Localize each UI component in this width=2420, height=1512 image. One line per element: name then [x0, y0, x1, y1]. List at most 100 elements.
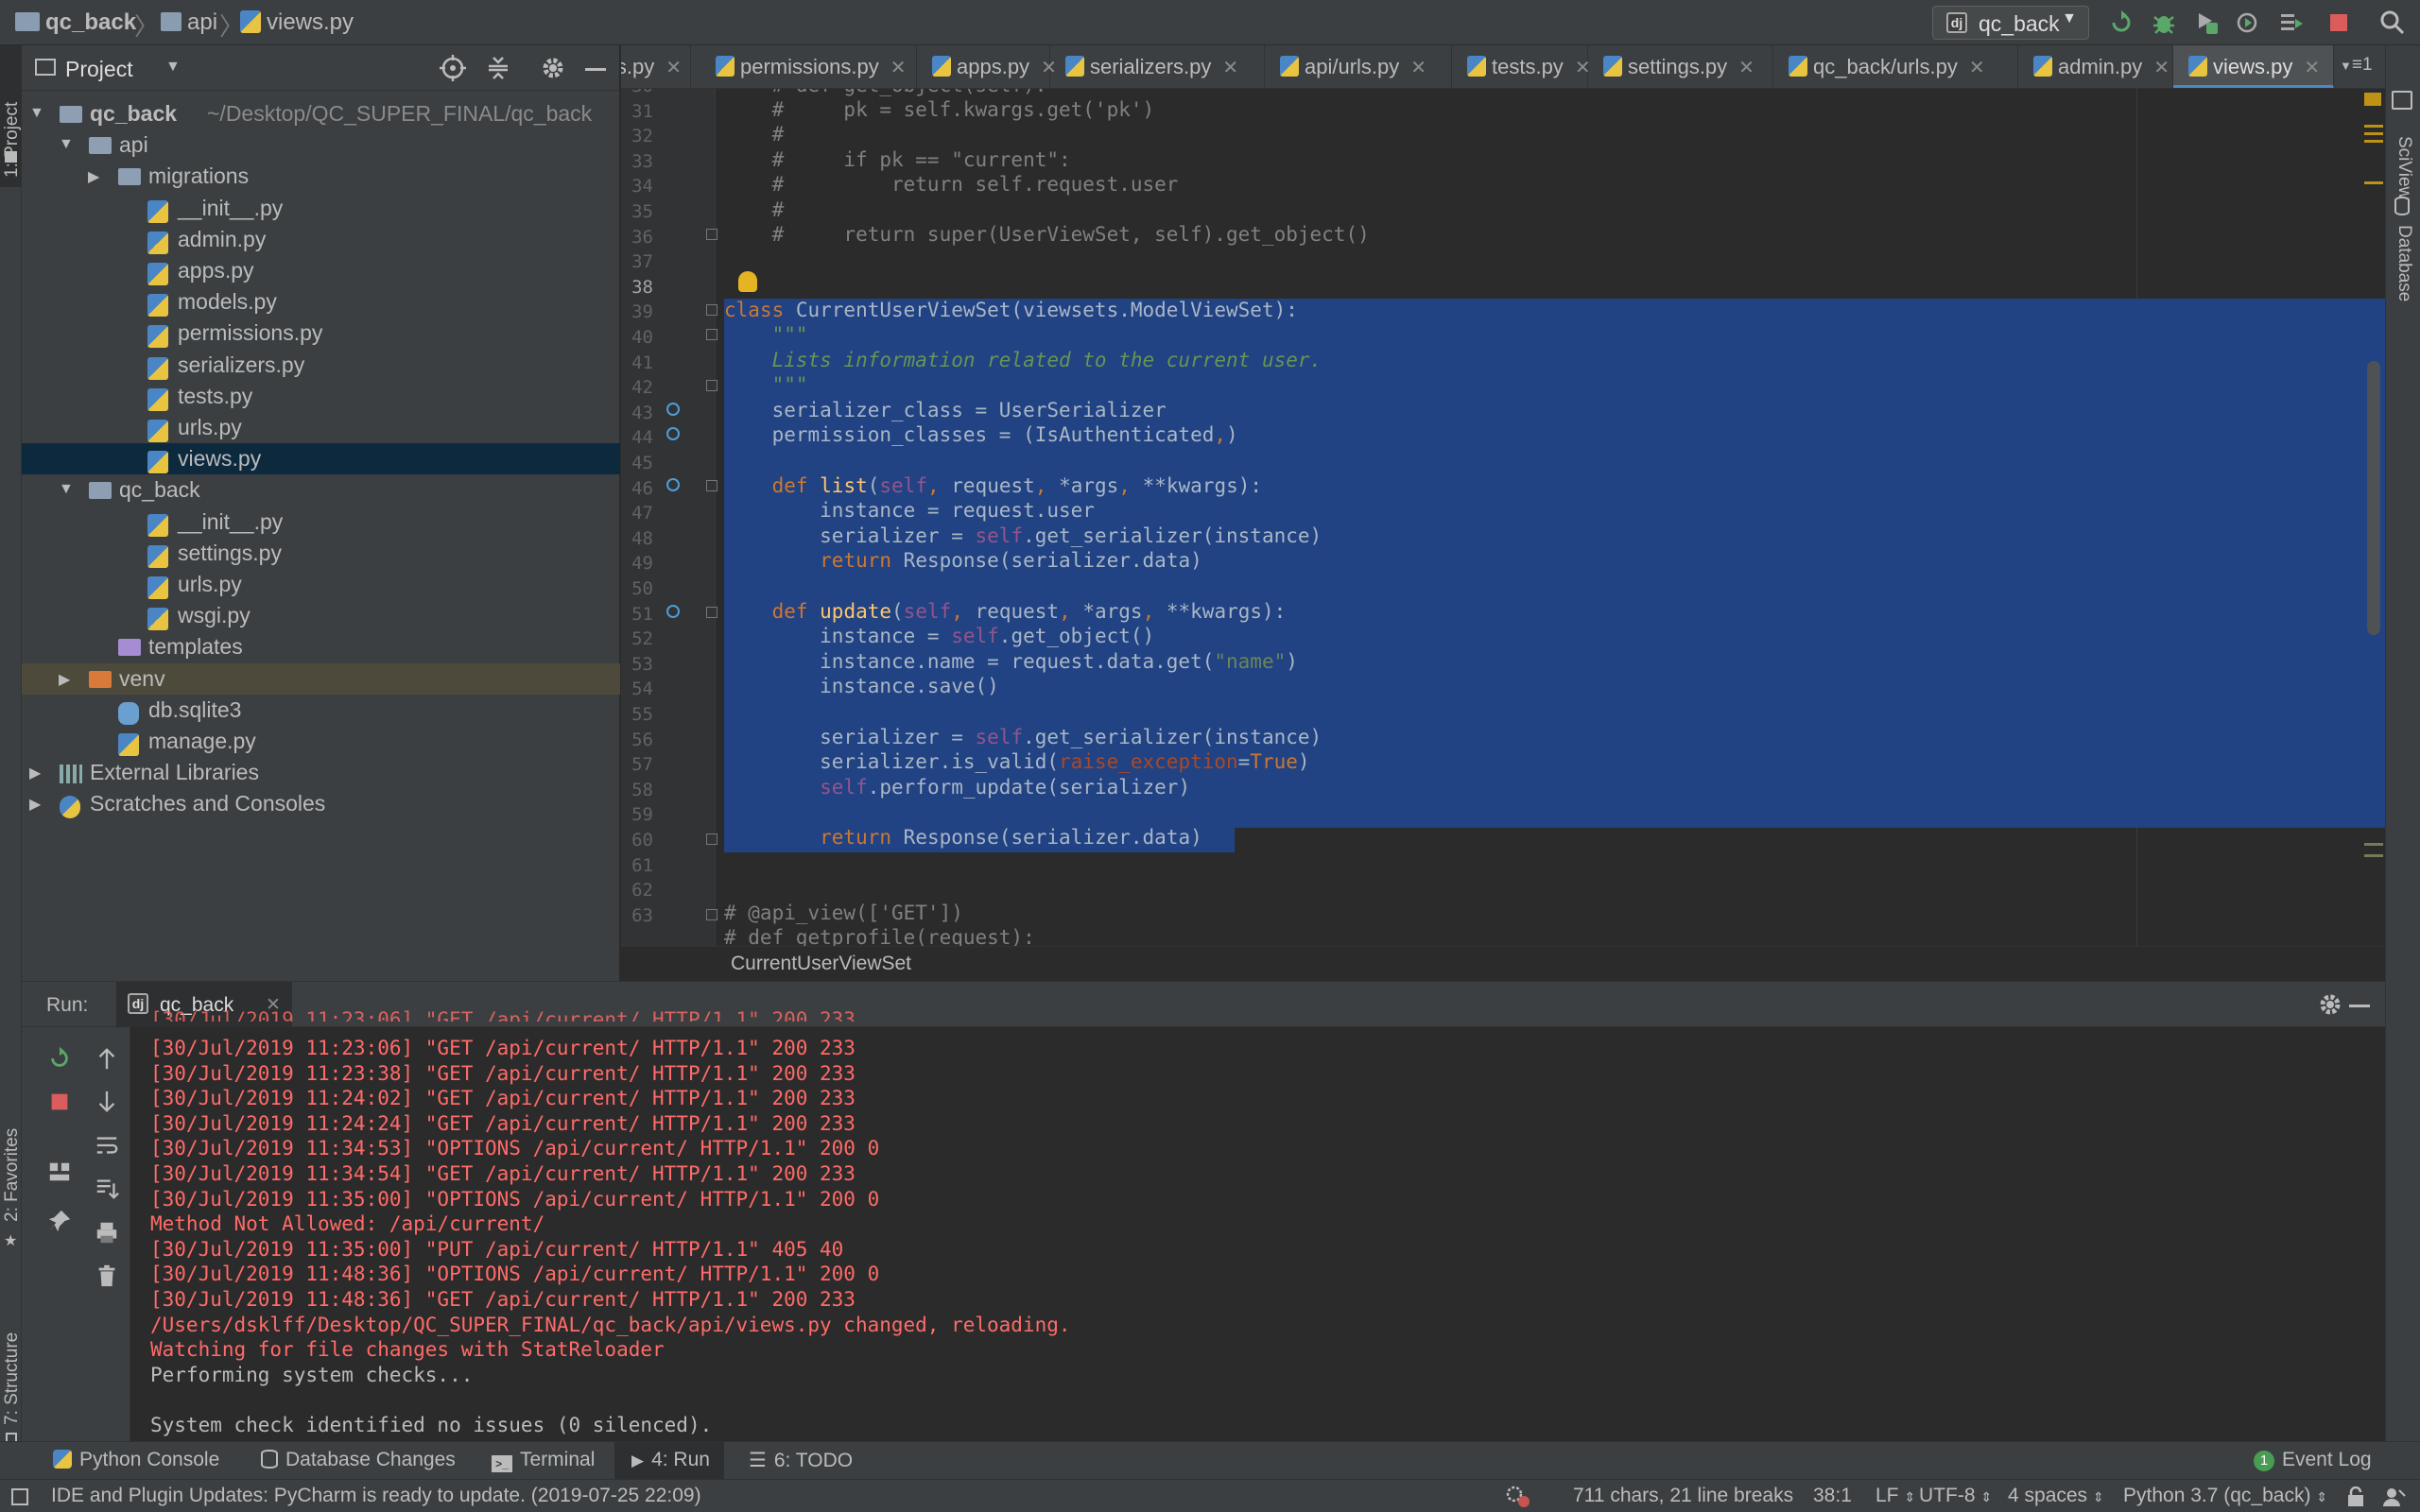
- minimize-icon[interactable]: [585, 68, 606, 71]
- tree-item[interactable]: serializers.py: [22, 350, 620, 381]
- python-console-tool[interactable]: Python Console: [53, 1449, 219, 1471]
- stop-icon[interactable]: [2325, 9, 2352, 36]
- tree-item[interactable]: ▶ Scratches and Consoles: [22, 788, 620, 819]
- tree-item[interactable]: db.sqlite3: [22, 695, 620, 726]
- close-icon[interactable]: ✕: [2153, 58, 2169, 78]
- rerun-icon[interactable]: [2108, 9, 2135, 36]
- close-icon[interactable]: ✕: [1222, 58, 1238, 78]
- editor-tab[interactable]: admin.py ✕: [2018, 45, 2173, 88]
- profile-icon[interactable]: [2236, 9, 2262, 36]
- tree-item[interactable]: settings.py: [22, 538, 620, 569]
- editor-scrollbar-thumb[interactable]: [2367, 361, 2380, 635]
- terminal-tool[interactable]: >_ Terminal: [492, 1449, 595, 1472]
- tree-item[interactable]: urls.py: [22, 412, 620, 443]
- tree-item[interactable]: ▼ api: [22, 129, 620, 161]
- file-encoding[interactable]: UTF-8 ⇕: [1919, 1485, 1992, 1507]
- run-concurrency-icon[interactable]: [2278, 9, 2305, 36]
- minimize-icon[interactable]: [2349, 1005, 2370, 1007]
- sciview-tool-tab[interactable]: SciView: [2394, 136, 2414, 199]
- breadcrumb-file[interactable]: views.py: [240, 9, 354, 36]
- gear-icon[interactable]: [540, 55, 566, 81]
- layout-icon[interactable]: [46, 1160, 73, 1184]
- close-icon[interactable]: ✕: [2304, 58, 2320, 78]
- database-changes-tool[interactable]: Database Changes: [261, 1449, 456, 1471]
- editor-breadcrumb[interactable]: CurrentUserViewSet: [731, 953, 911, 975]
- editor-tab[interactable]: views.py ✕: [2173, 45, 2334, 88]
- override-marker-icon[interactable]: [666, 478, 680, 491]
- pin-icon[interactable]: [46, 1209, 73, 1233]
- status-message[interactable]: IDE and Plugin Updates: PyCharm is ready…: [51, 1485, 701, 1507]
- database-tool-tab[interactable]: Database: [2394, 225, 2414, 301]
- tree-item[interactable]: apps.py: [22, 255, 620, 286]
- debug-icon[interactable]: [2151, 9, 2177, 36]
- indent-setting[interactable]: 4 spaces ⇕: [2008, 1485, 2104, 1507]
- favorites-tool-tab[interactable]: 2: Favorites: [2, 1128, 23, 1222]
- close-icon[interactable]: ✕: [890, 58, 907, 78]
- tool-window-toggle-icon[interactable]: [11, 1488, 28, 1505]
- run-tool[interactable]: ▶ 4: Run: [614, 1442, 724, 1480]
- close-icon[interactable]: ✕: [1410, 58, 1426, 78]
- code-editor[interactable]: 30 31 32 33 34 35 36 37 38 39 40 41 42 43 44 45 46 47 48 49…: [621, 89, 2385, 946]
- locate-icon[interactable]: [440, 55, 466, 81]
- tree-item[interactable]: permissions.py: [22, 318, 620, 349]
- search-icon[interactable]: [2379, 9, 2406, 36]
- chevron-down-icon[interactable]: ▼: [29, 105, 44, 122]
- todo-tool[interactable]: ☰ 6: TODO: [749, 1449, 853, 1472]
- error-stripe-mark[interactable]: [2364, 854, 2383, 857]
- rerun-icon[interactable]: [46, 1046, 73, 1071]
- tree-item[interactable]: ▶ venv: [22, 662, 620, 695]
- lightbulb-icon[interactable]: [738, 271, 757, 292]
- editor-tab[interactable]: tests.py ✕: [1452, 45, 1591, 88]
- tree-item[interactable]: __init__.py: [22, 507, 620, 538]
- tree-item[interactable]: models.py: [22, 286, 620, 318]
- chevron-right-icon[interactable]: ▶: [59, 670, 70, 689]
- tree-item[interactable]: ▼ qc_back: [22, 474, 620, 506]
- chevron-right-icon[interactable]: ▶: [88, 167, 99, 186]
- editor-tab[interactable]: permissions.py ✕: [700, 45, 917, 88]
- tab-overflow-menu[interactable]: ▼≡1: [2340, 55, 2373, 76]
- chevron-right-icon[interactable]: ▶: [29, 795, 41, 814]
- error-stripe-mark[interactable]: [2364, 125, 2383, 128]
- project-panel-title[interactable]: Project: [65, 57, 133, 82]
- fold-marker-icon[interactable]: [706, 380, 717, 391]
- chevron-down-icon[interactable]: ▼: [59, 481, 74, 498]
- run-with-coverage-icon[interactable]: [2193, 9, 2220, 36]
- caret-position[interactable]: 38:1: [1813, 1485, 1852, 1507]
- warning-indicator[interactable]: [2364, 93, 2381, 106]
- chevron-right-icon[interactable]: ▶: [29, 764, 41, 782]
- tree-item[interactable]: manage.py: [22, 726, 620, 757]
- chevron-down-icon[interactable]: ▼: [165, 59, 181, 76]
- chevron-down-icon[interactable]: ▼: [59, 136, 74, 153]
- override-marker-icon[interactable]: [666, 403, 680, 416]
- tree-item[interactable]: ▶ External Libraries: [22, 757, 620, 788]
- arrow-up-icon[interactable]: [94, 1046, 120, 1071]
- print-icon[interactable]: [94, 1220, 120, 1245]
- tree-item[interactable]: ▶ migrations: [22, 161, 620, 192]
- fold-marker-icon[interactable]: [706, 480, 717, 491]
- tree-item[interactable]: admin.py: [22, 224, 620, 255]
- close-icon[interactable]: ✕: [1969, 58, 1985, 78]
- editor-tab[interactable]: ls.py✕: [621, 45, 691, 88]
- project-tool-tab[interactable]: 1: Project: [2, 102, 23, 178]
- fold-marker-icon[interactable]: [706, 833, 717, 845]
- arrow-down-icon[interactable]: [94, 1090, 120, 1114]
- fold-marker-icon[interactable]: [706, 229, 717, 240]
- fold-marker-icon[interactable]: [706, 329, 717, 340]
- editor-tab[interactable]: serializers.py ✕: [1050, 45, 1265, 88]
- editor-tab[interactable]: qc_back/urls.py ✕: [1773, 45, 2018, 88]
- breadcrumb-project[interactable]: qc_back: [15, 9, 136, 36]
- structure-tool-tab[interactable]: 7: Structure: [2, 1332, 23, 1425]
- close-icon[interactable]: ✕: [666, 58, 682, 78]
- error-stripe-mark[interactable]: [2364, 843, 2383, 846]
- error-stripe-mark[interactable]: [2364, 140, 2383, 143]
- editor-tab[interactable]: api/urls.py ✕: [1265, 45, 1452, 88]
- run-configuration-select[interactable]: dj qc_back ▼: [1932, 6, 2089, 40]
- event-log-tool[interactable]: 1 Event Log: [2254, 1449, 2372, 1471]
- event-stop-icon[interactable]: [1505, 1485, 1531, 1509]
- error-stripe-mark[interactable]: [2364, 132, 2383, 135]
- fold-marker-icon[interactable]: [706, 909, 717, 920]
- editor-tab[interactable]: apps.py ✕: [917, 45, 1057, 88]
- override-marker-icon[interactable]: [666, 427, 680, 440]
- lock-icon[interactable]: [2346, 1486, 2365, 1507]
- scroll-to-end-icon[interactable]: [94, 1177, 120, 1201]
